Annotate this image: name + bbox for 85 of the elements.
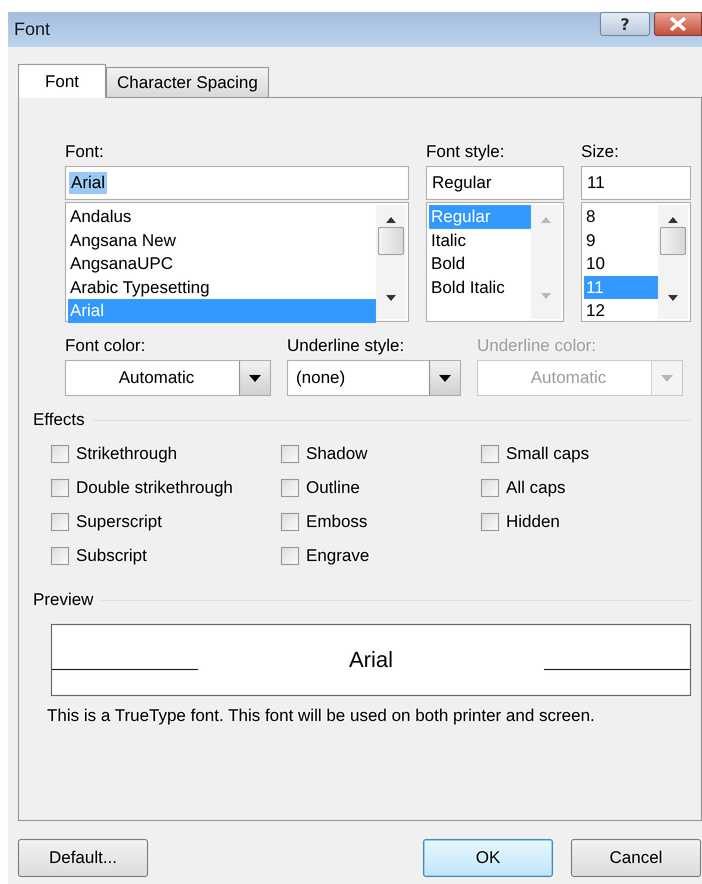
checkbox-label: Small caps (506, 444, 590, 464)
scrollbar[interactable] (376, 205, 406, 319)
help-button[interactable]: ? (600, 12, 650, 36)
scroll-thumb[interactable] (378, 227, 404, 255)
checkbox-label: Outline (306, 478, 360, 498)
scroll-thumb[interactable] (660, 227, 686, 255)
checkbox-option[interactable]: Strikethrough (51, 442, 281, 466)
scroll-down-icon[interactable] (668, 295, 678, 301)
preview-text: Arial (348, 647, 394, 673)
list-item[interactable]: 8 (584, 205, 658, 228)
list-box[interactable]: Andalus Angsana New AngsanaUPC Arabic Typesetting Arial (65, 202, 409, 322)
field-value: Arial (69, 172, 108, 194)
caret-icon (249, 374, 261, 382)
checkbox-label: Double strikethrough (76, 478, 233, 498)
list-item[interactable]: 9 (584, 228, 658, 252)
close-button[interactable] (654, 12, 702, 36)
checkbox[interactable] (281, 445, 299, 463)
checkbox[interactable] (481, 479, 499, 497)
dropdown-label: Underline color: (477, 336, 598, 357)
dialog-button[interactable]: OK (423, 839, 553, 877)
checkbox[interactable] (51, 479, 69, 497)
checkbox-label: Superscript (76, 512, 162, 532)
checkbox-label: Emboss (306, 512, 368, 532)
checkbox[interactable] (51, 547, 69, 565)
checkbox-option[interactable]: Shadow (281, 442, 481, 466)
list-item[interactable]: Arabic Typesetting (68, 276, 376, 299)
checkbox-option[interactable]: Emboss (281, 510, 481, 534)
checkbox-label: All caps (506, 478, 566, 498)
list-item[interactable]: Bold Italic (429, 276, 531, 299)
field-label: Font style: (426, 142, 506, 163)
list-item[interactable]: 12 (584, 299, 658, 322)
section-title: Preview (33, 590, 94, 610)
checkbox-option[interactable]: Superscript (51, 510, 281, 534)
window-title: Font (14, 19, 50, 40)
checkbox-label: Subscript (76, 546, 147, 566)
checkbox-option[interactable]: Outline (281, 476, 481, 500)
tab[interactable]: Font (18, 64, 106, 98)
checkbox-label: Engrave (306, 546, 370, 566)
caret-icon (661, 374, 673, 382)
font-description: This is a TrueType font. This font will be used on both printer and screen. (47, 706, 596, 726)
scrollbar[interactable] (658, 205, 688, 319)
list-box[interactable]: Regular Italic Bold Bold Italic (426, 202, 564, 322)
dropdown[interactable]: Automatic (65, 360, 271, 396)
section-title: Effects (33, 410, 85, 430)
dropdown[interactable]: (none) (287, 360, 461, 396)
list-item[interactable]: AngsanaUPC (68, 252, 376, 276)
dropdown-label: Underline style: (287, 336, 406, 357)
checkbox-label: Strikethrough (76, 444, 178, 464)
checkbox-option[interactable]: Subscript (51, 544, 281, 568)
checkbox-option[interactable]: All caps (481, 476, 681, 500)
field-value: 11 (586, 172, 606, 194)
dialog-button[interactable]: Default... (18, 839, 148, 877)
field-value: Regular (431, 172, 493, 194)
checkbox-label: Shadow (306, 444, 368, 464)
scroll-up-icon[interactable] (386, 217, 396, 223)
input-field[interactable]: Regular (426, 166, 564, 200)
list-item[interactable]: Bold (429, 252, 531, 276)
checkbox-label: Hidden (506, 512, 560, 532)
close-icon (669, 17, 687, 31)
checkbox[interactable] (51, 513, 69, 531)
dialog-button[interactable]: Cancel (571, 839, 701, 877)
field-label: Size: (581, 142, 620, 163)
checkbox[interactable] (481, 445, 499, 463)
input-field[interactable]: Arial (65, 166, 409, 200)
checkbox[interactable] (281, 513, 299, 531)
checkbox-option[interactable]: Small caps (481, 442, 681, 466)
checkbox[interactable] (481, 513, 499, 531)
list-item[interactable]: 10 (584, 252, 658, 276)
scroll-up-icon[interactable] (668, 217, 678, 223)
checkbox-option[interactable]: Double strikethrough (51, 476, 281, 500)
list-item[interactable]: Angsana New (68, 228, 376, 252)
input-field[interactable]: 11 (581, 166, 691, 200)
checkbox[interactable] (281, 547, 299, 565)
checkbox-option[interactable]: Hidden (481, 510, 681, 534)
field-label: Font: (65, 142, 105, 163)
tab[interactable]: Character Spacing (106, 67, 269, 97)
caret-icon (439, 374, 451, 382)
scroll-down-icon[interactable] (386, 295, 396, 301)
checkbox-option[interactable]: Engrave (281, 544, 481, 568)
dropdown-label: Font color: (65, 336, 146, 357)
checkbox[interactable] (51, 445, 69, 463)
list-item[interactable]: Andalus (68, 205, 376, 228)
checkbox[interactable] (281, 479, 299, 497)
list-item[interactable]: Italic (429, 228, 531, 252)
list-box[interactable]: 8 9 10 11 12 (581, 202, 691, 322)
